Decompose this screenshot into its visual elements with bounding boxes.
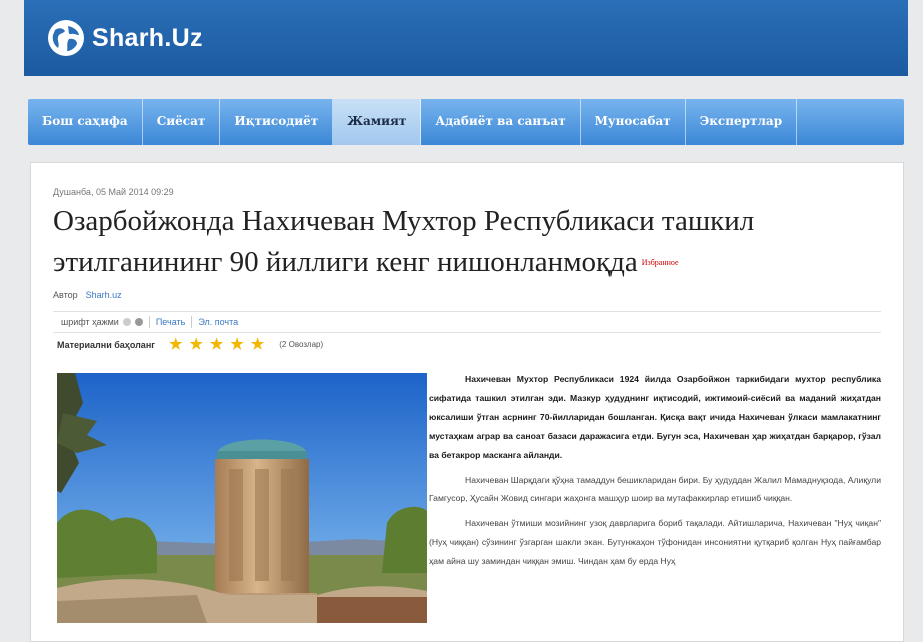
site-logo[interactable]: Sharh.Uz	[46, 18, 203, 58]
globe-icon	[48, 20, 84, 56]
nav-item-society[interactable]: Жамият	[333, 99, 422, 145]
nav-item-experts[interactable]: Экспертлар	[686, 99, 798, 145]
nav-item-economy[interactable]: Иқтисодиёт	[220, 99, 334, 145]
star-icon[interactable]: ★	[169, 337, 182, 352]
star-icon[interactable]: ★	[210, 337, 223, 352]
article-paragraph: Нахичеван Мухтор Республикаси 1924 йилда…	[429, 374, 881, 460]
rating-widget: Материални баҳоланг ★ ★ ★ ★ ★ (2 Овозлар…	[57, 337, 323, 352]
font-decrease-icon[interactable]	[122, 318, 131, 326]
favorite-link[interactable]: Избранное	[642, 258, 679, 267]
main-nav: Бош саҳифа Сиёсат Иқтисодиёт Жамият Адаб…	[28, 99, 904, 145]
article-author: Автор Sharh.uz	[53, 290, 122, 300]
site-header: Sharh.Uz	[24, 0, 908, 76]
article-paragraph: Нахичеван Шарқдаги қўҳна тамаддун бешикл…	[429, 474, 881, 504]
article-title-text: Озарбойжонда Нахичеван Мухтор Республика…	[53, 205, 755, 278]
star-icon[interactable]: ★	[189, 337, 202, 352]
article-paragraph: Нахичеван ўтмиши мозийнинг узоқ даврлари…	[429, 518, 881, 567]
nav-item-relations[interactable]: Муносабат	[581, 99, 686, 145]
star-icon[interactable]: ★	[251, 337, 264, 352]
article-title: Озарбойжонда Нахичеван Мухтор Республика…	[53, 201, 893, 283]
rating-votes: (2 Овозлар)	[279, 340, 324, 349]
site-name: Sharh.Uz	[92, 23, 203, 52]
article-date: Душанба, 05 Май 2014 09:29	[53, 187, 174, 197]
author-label: Автор	[53, 290, 78, 300]
star-icon[interactable]: ★	[230, 337, 243, 352]
rating-stars: ★ ★ ★ ★ ★	[169, 337, 271, 352]
nav-item-politics[interactable]: Сиёсат	[143, 99, 221, 145]
font-size-label: шрифт ҳажми	[61, 317, 119, 327]
nav-item-literature-art[interactable]: Адабиёт ва санъат	[421, 99, 581, 145]
nav-item-home[interactable]: Бош саҳифа	[28, 99, 143, 145]
toolbar-divider	[191, 316, 193, 328]
toolbar-divider	[148, 316, 150, 328]
article-photo	[57, 373, 427, 623]
article-toolbar: шрифт ҳажми Печать Эл. почта	[53, 311, 881, 333]
article-container: Душанба, 05 Май 2014 09:29 Озарбойжонда …	[30, 162, 904, 642]
article-body: Нахичеван Мухтор Республикаси 1924 йилда…	[429, 370, 881, 577]
email-link[interactable]: Эл. почта	[198, 317, 238, 327]
print-link[interactable]: Печать	[156, 317, 185, 327]
font-increase-icon[interactable]	[134, 318, 143, 326]
rating-label: Материални баҳоланг	[57, 339, 155, 350]
author-link[interactable]: Sharh.uz	[86, 290, 122, 300]
